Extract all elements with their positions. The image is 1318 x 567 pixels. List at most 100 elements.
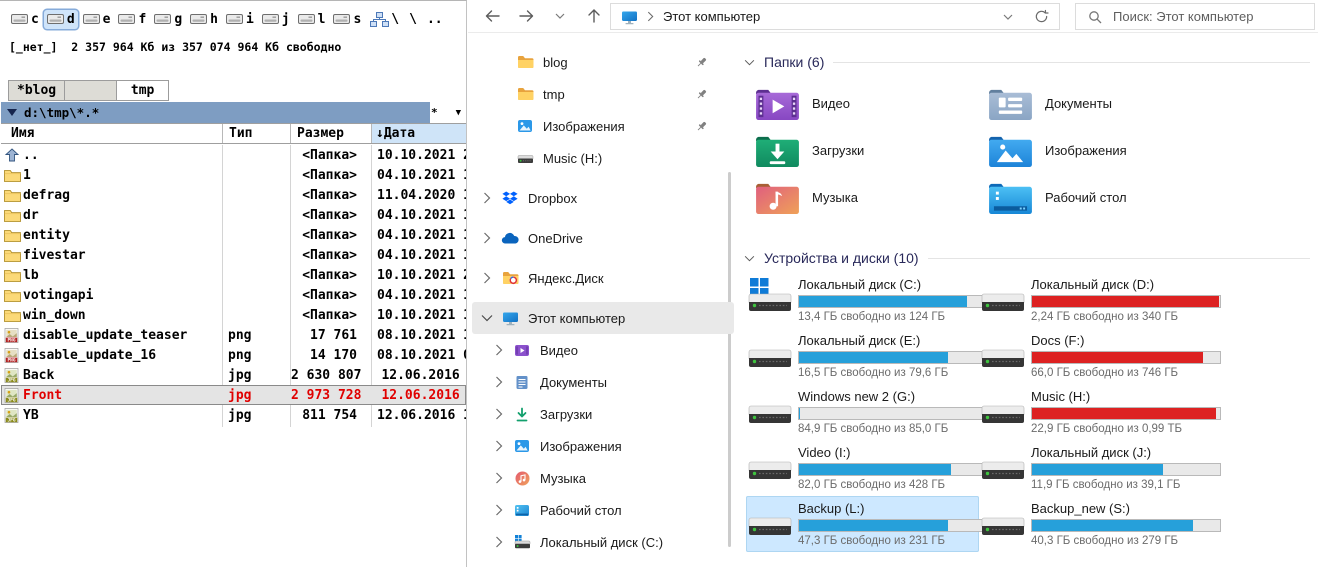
drive-tile-Music (H:)[interactable]: Music (H:)22,9 ГБ свободно из 0,99 ТБ — [979, 384, 1212, 440]
chevron-right-icon[interactable] — [480, 272, 493, 284]
chevron-down-icon[interactable] — [480, 314, 493, 322]
breadcrumb[interactable]: Этот компьютер — [663, 9, 760, 24]
chevron-right-icon[interactable] — [492, 376, 505, 388]
chevron-right-icon[interactable] — [492, 536, 505, 548]
sidebar-item-Локальный диск (C:)[interactable]: Локальный диск (C:) — [472, 526, 734, 558]
folder-tab-tmp[interactable]: tmp — [117, 80, 169, 101]
drive-button-s[interactable]: s — [330, 10, 364, 29]
folder-tile-Видео[interactable]: Видео — [746, 80, 979, 127]
chevron-right-icon[interactable] — [492, 472, 505, 484]
drive-button-i[interactable]: i — [223, 10, 257, 29]
drive-name: Music (H:) — [1031, 389, 1221, 404]
drive-tile-Локальный диск (E:)[interactable]: Локальный диск (E:)16,5 ГБ свободно из 7… — [746, 328, 979, 384]
folder-tab-blank[interactable] — [65, 80, 117, 101]
drive-button-g[interactable]: g — [151, 10, 185, 29]
sidebar-item-Видео[interactable]: Видео — [472, 334, 734, 366]
address-bar[interactable]: Этот компьютер — [610, 3, 1060, 30]
drive-tile-Локальный диск (C:)[interactable]: Локальный диск (C:)13,4 ГБ свободно из 1… — [746, 272, 979, 328]
sidebar-item-Изображения[interactable]: Изображения — [472, 110, 734, 142]
sidebar-item-blog[interactable]: blog — [472, 46, 734, 78]
file-row-fivestar[interactable]: fivestar<Папка>04.10.2021 17 — [1, 245, 466, 265]
file-row-lb[interactable]: lb<Папка>10.10.2021 20 — [1, 265, 466, 285]
back-button[interactable] — [478, 2, 506, 30]
column-header-name[interactable]: Имя — [1, 124, 223, 143]
chevron-right-icon[interactable] — [492, 408, 505, 420]
up-button[interactable] — [580, 2, 608, 30]
explorer-content: Папки (6) ВидеоДокументыЗагрузкиИзображе… — [740, 40, 1318, 567]
root-dir-button[interactable]: \ — [405, 10, 421, 29]
sidebar-item-Этот компьютер[interactable]: Этот компьютер — [472, 302, 734, 334]
chevron-down-icon[interactable] — [744, 255, 755, 262]
chevron-right-icon[interactable] — [492, 344, 505, 356]
column-header-type[interactable]: Тип — [223, 124, 291, 143]
recent-locations-button[interactable] — [546, 2, 574, 30]
folder-tab-*blog[interactable]: *blog — [8, 80, 65, 101]
search-box[interactable]: Поиск: Этот компьютер — [1075, 3, 1315, 30]
chevron-right-icon[interactable] — [492, 504, 505, 516]
sidebar-item-Dropbox[interactable]: Dropbox — [472, 182, 734, 214]
drive-name: Windows new 2 (G:) — [798, 389, 988, 404]
chevron-down-icon[interactable] — [744, 59, 755, 66]
file-row-votingapi[interactable]: votingapi<Папка>04.10.2021 17 — [1, 285, 466, 305]
column-header-date-sorted[interactable]: ↓Дата — [372, 124, 466, 143]
sidebar-item-Загрузки[interactable]: Загрузки — [472, 398, 734, 430]
column-header-size[interactable]: Размер — [291, 124, 372, 143]
file-row-Back[interactable]: JPGBackjpg2 630 80712.06.2016 12 — [1, 365, 466, 385]
sidebar-item-label: Документы — [540, 375, 607, 390]
file-row-defrag[interactable]: defrag<Папка>11.04.2020 19 — [1, 185, 466, 205]
path-dropdown-icon[interactable] — [7, 109, 17, 116]
address-dropdown-button[interactable] — [1003, 14, 1013, 20]
drives-section-header[interactable]: Устройства и диски (10) — [744, 248, 1310, 268]
drive-tile-Docs (F:)[interactable]: Docs (F:)66,0 ГБ свободно из 746 ГБ — [979, 328, 1212, 384]
search-placeholder: Поиск: Этот компьютер — [1113, 9, 1253, 24]
drive-tile-Backup (L:)[interactable]: Backup (L:)47,3 ГБ свободно из 231 ГБ — [746, 496, 979, 552]
drive-button-c[interactable]: c — [8, 10, 42, 29]
file-row-Front[interactable]: JPGFrontjpg2 973 72812.06.2016 12 — [1, 385, 466, 405]
drive-button-d[interactable]: d — [44, 10, 78, 29]
refresh-button[interactable] — [1034, 9, 1049, 24]
file-row-dr[interactable]: dr<Папка>04.10.2021 17 — [1, 205, 466, 225]
history-dropdown-button[interactable]: ▼ — [456, 108, 461, 118]
sidebar-item-Изображения[interactable]: Изображения — [472, 430, 734, 462]
folder-tile-Документы[interactable]: Документы — [979, 80, 1212, 127]
file-row-disable_update_16[interactable]: PNGdisable_update_16png14 17008.10.2021 … — [1, 345, 466, 365]
drive-button-f[interactable]: f — [115, 10, 149, 29]
sidebar-item-Музыка[interactable]: Музыка — [472, 462, 734, 494]
desktop: cdefghijls\\.. [_нет_] 2 357 964 Кб из 3… — [0, 0, 1318, 567]
sidebar-item-tmp[interactable]: tmp — [472, 78, 734, 110]
drive-tile-Локальный диск (D:)[interactable]: Локальный диск (D:)2,24 ГБ свободно из 3… — [979, 272, 1212, 328]
drive-tile-Локальный диск (J:)[interactable]: Локальный диск (J:)11,9 ГБ свободно из 3… — [979, 440, 1212, 496]
file-row-..[interactable]: ..<Папка>10.10.2021 20 — [1, 145, 466, 165]
chevron-right-icon[interactable] — [480, 192, 493, 204]
drive-tile-Windows new 2 (G:)[interactable]: Windows new 2 (G:)84,9 ГБ свободно из 85… — [746, 384, 979, 440]
sidebar-item-Яндекс.Диск[interactable]: Яндекс.Диск — [472, 262, 734, 294]
drive-button-j[interactable]: j — [259, 10, 293, 29]
forward-button[interactable] — [512, 2, 540, 30]
file-row-YB[interactable]: JPGYBjpg811 75412.06.2016 11 — [1, 405, 466, 425]
sidebar-item-Music (H:)[interactable]: Music (H:) — [472, 142, 734, 174]
drive-tile-Video (I:)[interactable]: Video (I:)82,0 ГБ свободно из 428 ГБ — [746, 440, 979, 496]
select-all-button[interactable]: * — [431, 106, 438, 119]
parent-dir-button[interactable]: .. — [423, 10, 447, 29]
drive-button-e[interactable]: e — [80, 10, 114, 29]
folder-tile-Рабочий стол[interactable]: Рабочий стол — [979, 174, 1212, 221]
drive-tile-Backup_new (S:)[interactable]: Backup_new (S:)40,3 ГБ свободно из 279 Г… — [979, 496, 1212, 552]
folder-tile-Изображения[interactable]: Изображения — [979, 127, 1212, 174]
file-row-1[interactable]: 1<Папка>04.10.2021 17 — [1, 165, 466, 185]
drive-button-h[interactable]: h — [187, 10, 221, 29]
sidebar-item-OneDrive[interactable]: OneDrive — [472, 222, 734, 254]
file-row-disable_update_teaser[interactable]: PNGdisable_update_teaserpng17 76108.10.2… — [1, 325, 466, 345]
folder-tile-Музыка[interactable]: Музыка — [746, 174, 979, 221]
folder-tile-Загрузки[interactable]: Загрузки — [746, 127, 979, 174]
drive-button-l[interactable]: l — [295, 10, 329, 29]
folders-section-header[interactable]: Папки (6) — [744, 52, 1310, 72]
folder-tabs: *blog tmp — [8, 80, 169, 101]
file-row-win_down[interactable]: win_down<Папка>10.10.2021 12 — [1, 305, 466, 325]
sidebar-item-Рабочий стол[interactable]: Рабочий стол — [472, 494, 734, 526]
network-drive-button[interactable]: \ — [366, 10, 403, 29]
path-bar[interactable]: d:\tmp\*.* — [1, 102, 430, 123]
sidebar-item-Документы[interactable]: Документы — [472, 366, 734, 398]
chevron-right-icon[interactable] — [492, 440, 505, 452]
file-row-entity[interactable]: entity<Папка>04.10.2021 17 — [1, 225, 466, 245]
chevron-right-icon[interactable] — [480, 232, 493, 244]
